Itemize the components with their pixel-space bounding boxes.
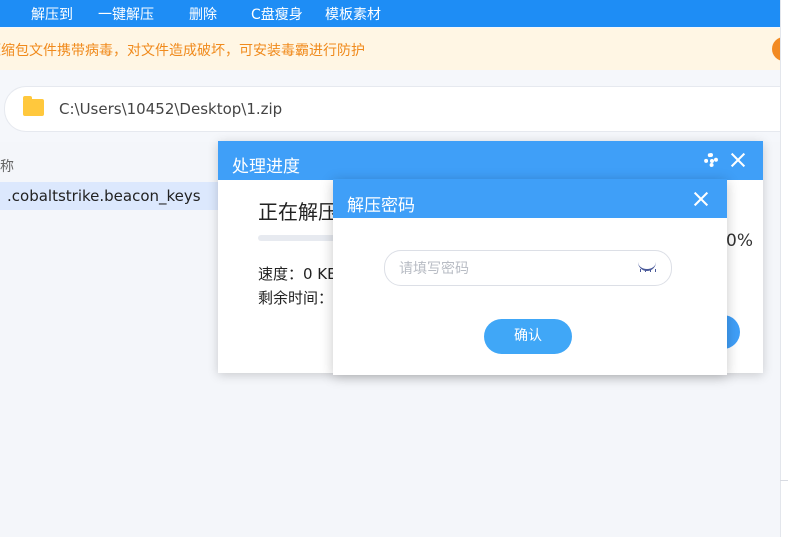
confirm-button[interactable]: 确认 [484,319,572,354]
edge-divider [780,0,781,537]
top-toolbar: 解压到 一键解压 删除 C盘瘦身 模板素材 [0,0,780,27]
template-materials-button[interactable]: 模板素材 [325,4,381,24]
progress-dialog-titlebar: 处理进度 [218,141,763,180]
gear-icon[interactable] [704,153,718,167]
file-name: .cobaltstrike.beacon_keys [7,187,201,205]
password-input[interactable] [397,258,631,280]
progress-percent: 0% [726,231,753,251]
column-header-name[interactable]: 名称 [0,156,14,176]
password-dialog-title: 解压密码 [347,196,415,216]
extract-to-button[interactable]: 解压到 [31,4,73,24]
window-right-edge [780,0,788,537]
edge-tick [780,480,788,481]
archive-path: C:\Users\10452\Desktop\1.zip [59,100,283,118]
eye-lash [640,269,641,272]
warning-text: 压缩包文件携带病毒，对文件造成破坏，可安装毒霸进行防护 [0,43,365,59]
eye-lash [645,269,646,272]
password-dialog: 解压密码 确认 [333,179,727,375]
progress-remaining: 剩余时间： [258,289,334,307]
eye-lash [655,269,656,272]
close-icon[interactable] [730,152,746,168]
password-dialog-titlebar: 解压密码 [333,179,727,218]
virus-warning-banner: 压缩包文件携带病毒，对文件造成破坏，可安装毒霸进行防护 [0,28,780,70]
eye-lash [650,269,651,272]
delete-button[interactable]: 删除 [189,4,217,24]
c-drive-cleanup-button[interactable]: C盘瘦身 [251,4,303,24]
password-field[interactable] [384,250,672,286]
folder-icon [23,96,44,116]
progress-status: 正在解压 [258,200,338,224]
progress-dialog-title: 处理进度 [232,157,300,177]
close-icon[interactable] [693,191,709,207]
one-click-extract-button[interactable]: 一键解压 [98,4,154,24]
path-bar[interactable]: C:\Users\10452\Desktop\1.zip [4,86,781,132]
eye-closed-icon[interactable] [637,262,659,272]
list-item[interactable]: .cobaltstrike.beacon_keys [0,182,220,210]
